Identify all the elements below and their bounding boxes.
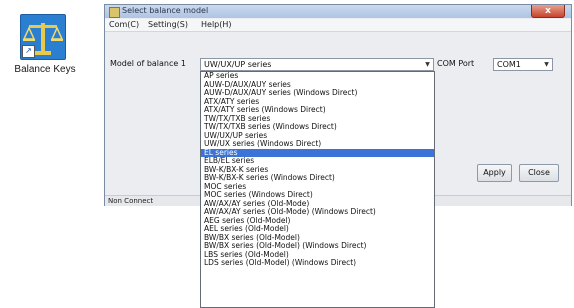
app-icon	[109, 7, 120, 18]
com-port-select[interactable]: COM1 ▼	[493, 58, 553, 71]
model-select-value: UW/UX/UP series	[204, 60, 272, 69]
shortcut-arrow-icon: ↗	[22, 45, 35, 58]
model-select[interactable]: UW/UX/UP series ▼	[200, 58, 434, 71]
window-title: Select balance model	[122, 6, 209, 15]
connection-status: Non Connect	[108, 197, 154, 205]
close-button[interactable]: Close	[519, 164, 559, 182]
model-label: Model of balance 1	[110, 59, 186, 68]
desktop-icon-label: Balance Keys	[14, 64, 76, 75]
com-port-label: COM Port	[437, 59, 475, 68]
chevron-down-icon: ▼	[544, 61, 549, 68]
menu-bar: Com(C) Setting(S) Help(H)	[105, 19, 571, 32]
menu-com[interactable]: Com(C)	[109, 20, 139, 29]
com-port-value: COM1	[497, 60, 521, 69]
model-dropdown-list[interactable]: AP series AUW-D/AUX/AUY series AUW-D/AUX/A…	[200, 71, 435, 308]
desktop-shortcut[interactable]: ↗ Balance Keys	[10, 14, 80, 84]
apply-button[interactable]: Apply	[477, 164, 512, 182]
window-close-button[interactable]: x	[531, 5, 565, 18]
title-bar[interactable]: Select balance model x	[105, 5, 571, 18]
chevron-down-icon: ▼	[425, 61, 430, 68]
menu-help[interactable]: Help(H)	[201, 20, 232, 29]
menu-setting[interactable]: Setting(S)	[148, 20, 188, 29]
dropdown-option[interactable]: LDS series (Old-Model) (Windows Direct)	[201, 258, 434, 268]
